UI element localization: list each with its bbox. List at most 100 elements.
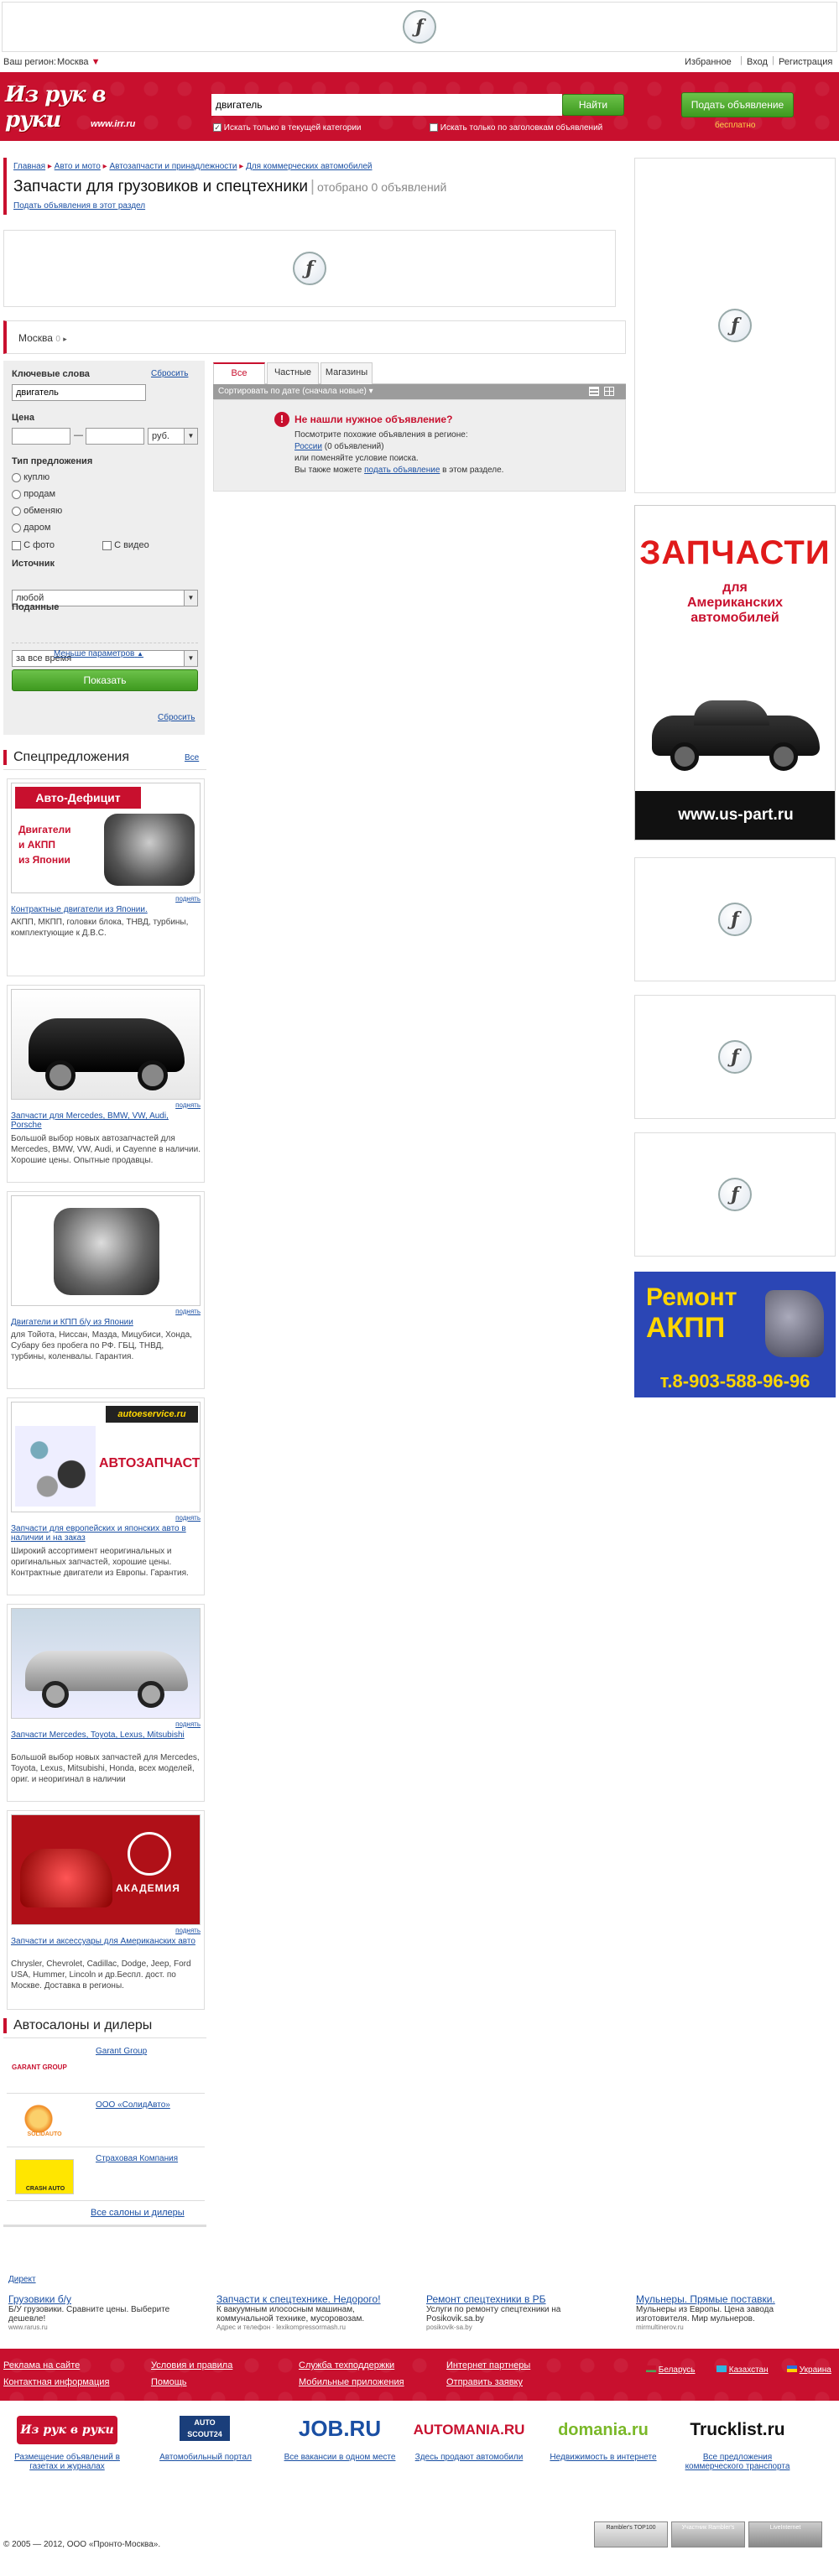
partner-caption[interactable]: Размещение объявлений в газетах и журнал… <box>8 2453 126 2471</box>
offer-link[interactable]: Запчасти для Mercedes, BMW, VW, Audi, Po… <box>11 1111 201 1130</box>
reset-top-link[interactable]: Сбросить <box>151 369 188 378</box>
price-from-input[interactable] <box>12 428 70 445</box>
currency-select[interactable]: руб. ▼ <box>148 428 198 445</box>
post-in-section-link[interactable]: Подать объявления в этот раздел <box>13 201 145 211</box>
dealer-logo[interactable]: SOLIDAUTO <box>15 2104 74 2137</box>
chevron-right-icon: ▸ <box>63 335 67 343</box>
raise-link[interactable]: поднять <box>159 1101 201 1109</box>
direct-ad-title[interactable]: Грузовики б/у <box>8 2293 201 2305</box>
raise-link[interactable]: поднять <box>159 1514 201 1522</box>
show-button[interactable]: Показать <box>12 669 198 691</box>
offer-link[interactable]: Двигатели и КПП б/у из Японии <box>11 1318 201 1327</box>
offer-image[interactable]: autoeservice.ru АВТОЗАПЧАСТИ <box>11 1402 201 1512</box>
search-button[interactable]: Найти <box>562 94 624 116</box>
breadcrumb-item[interactable]: Для коммерческих автомобилей <box>246 162 372 171</box>
tab-all[interactable]: Все объявления <box>213 362 265 397</box>
partner-logo[interactable]: Trucklist.ru <box>675 2416 800 2444</box>
footer-link[interactable]: Интернет партнеры <box>446 2360 530 2370</box>
footer-link[interactable]: Условия и правила <box>151 2360 232 2370</box>
direct-label[interactable]: Директ <box>8 2275 36 2284</box>
fewer-params-link[interactable]: Меньше параметров ▲ <box>54 649 143 658</box>
offer-type-exchange[interactable]: обменяю <box>12 506 62 516</box>
offer-type-buy[interactable]: куплю <box>12 472 50 482</box>
offer-type-sell[interactable]: продам <box>12 489 55 499</box>
with-photo-check[interactable]: С фото <box>12 540 55 550</box>
search-input[interactable] <box>211 94 562 116</box>
with-video-check[interactable]: С видео <box>102 540 149 550</box>
counter-badge[interactable]: Участник Rambler's <box>671 2521 745 2547</box>
offer-image[interactable]: Авто-Дефицит Двигатели и АКПП из Японии <box>11 783 201 893</box>
tab-shops[interactable]: Магазины <box>320 362 373 384</box>
partner-logo[interactable]: JOB.RU <box>277 2416 403 2444</box>
offer-image[interactable] <box>11 989 201 1100</box>
offer-image[interactable] <box>11 1195 201 1306</box>
partner-logo[interactable]: Из рук в руки <box>17 2416 117 2444</box>
region-ukraine[interactable]: Украина <box>787 2365 831 2375</box>
offer-link[interactable]: Запчасти для европейских и японских авто… <box>11 1524 201 1543</box>
keywords-input[interactable] <box>12 384 146 401</box>
post-ad-link[interactable]: подать объявление <box>364 466 440 475</box>
us-part-ad[interactable]: ЗАПЧАСТИ для Американских автомобилей ww… <box>634 505 836 840</box>
partner-logo[interactable]: domania.ru <box>540 2416 666 2444</box>
partner-caption[interactable]: Недвижимость в интернете <box>540 2453 666 2462</box>
counter-badge[interactable]: Rambler's TOP100 <box>594 2521 668 2547</box>
partner-caption[interactable]: Автомобильный портал <box>143 2453 268 2462</box>
offer-link[interactable]: Запчасти и аксессуары для Американских а… <box>11 1937 201 1946</box>
partner-logo[interactable]: AUTOMANIA.RU <box>406 2416 532 2444</box>
dealer-link[interactable]: Страховая Компания <box>96 2154 178 2163</box>
region-belarus[interactable]: Беларусь <box>646 2365 696 2375</box>
raise-link[interactable]: поднять <box>159 1720 201 1728</box>
region-russia-link[interactable]: России <box>294 442 322 451</box>
raise-link[interactable]: поднять <box>159 1927 201 1934</box>
special-all-link[interactable]: Все <box>185 753 199 762</box>
footer-link[interactable]: Отправить заявку <box>446 2377 523 2387</box>
sort-select[interactable]: Сортировать по дате (сначала новые) ▾ <box>218 387 373 396</box>
footer-link[interactable]: Контактная информация <box>3 2377 109 2387</box>
dealer-link[interactable]: Garant Group <box>96 2047 147 2056</box>
partner-caption[interactable]: Все предложения коммерческого транспорта <box>675 2453 800 2471</box>
reset-bottom-link[interactable]: Сбросить <box>158 713 195 722</box>
login-link[interactable]: Вход <box>747 57 768 67</box>
partner-caption[interactable]: Здесь продают автомобили <box>406 2453 532 2462</box>
post-ad-button[interactable]: Подать объявление <box>681 92 794 117</box>
footer-link[interactable]: Реклама на сайте <box>3 2360 80 2370</box>
offer-type-free[interactable]: даром <box>12 523 50 533</box>
logo[interactable]: Из рук в руки <box>5 82 148 133</box>
price-to-input[interactable] <box>86 428 144 445</box>
check-titles[interactable]: Искать только по заголовкам объявлений <box>430 123 602 133</box>
direct-ad-title[interactable]: Мульнеры. Прямые поставки. <box>636 2293 829 2305</box>
raise-link[interactable]: поднять <box>159 895 201 903</box>
dealer-logo[interactable]: CRASH AUTO <box>15 2159 74 2194</box>
raise-link[interactable]: поднять <box>159 1308 201 1315</box>
region-select[interactable]: Москва ▼ <box>57 57 101 67</box>
favorites-link[interactable]: Избранное <box>685 57 732 67</box>
direct-ad-title[interactable]: Запчасти к спецтехнике. Недорого! <box>216 2293 409 2305</box>
offer-image[interactable]: АКАДЕМИЯ <box>11 1814 201 1925</box>
location-city[interactable]: Москва 0 ▸ <box>18 332 67 344</box>
counter-badge[interactable]: LiveInternet <box>748 2521 822 2547</box>
list-view-icon[interactable] <box>589 387 599 396</box>
grid-view-icon[interactable] <box>604 387 614 396</box>
dealer-logo[interactable]: GARANT GROUP <box>12 2058 76 2077</box>
direct-ad-title[interactable]: Ремонт спецтехники в РБ <box>426 2293 619 2305</box>
gearbox-image <box>765 1290 824 1357</box>
breadcrumb-item[interactable]: Главная <box>13 162 45 171</box>
footer-link[interactable]: Помощь <box>151 2377 187 2387</box>
offer-card: autoeservice.ru АВТОЗАПЧАСТИ поднять Зап… <box>7 1397 205 1595</box>
partner-caption[interactable]: Все вакансии в одном месте <box>277 2453 403 2462</box>
dealer-link[interactable]: ООО «СолидАвто» <box>96 2100 170 2110</box>
akpp-ad[interactable]: Ремонт АКПП т.8-903-588-96-96 <box>634 1272 836 1397</box>
footer-link[interactable]: Служба техподдержки <box>299 2360 394 2370</box>
breadcrumb-item[interactable]: Авто и мото <box>55 162 101 171</box>
tab-private[interactable]: Частные <box>267 362 319 384</box>
footer-link[interactable]: Мобильные приложения <box>299 2377 404 2387</box>
region-kazakhstan[interactable]: Казахстан <box>717 2365 769 2375</box>
offer-link[interactable]: Контрактные двигатели из Японии. <box>11 905 201 914</box>
partner-logo[interactable]: AUTO SCOUT24 <box>180 2416 230 2441</box>
check-category[interactable]: ✓ Искать только в текущей категории <box>213 123 362 133</box>
register-link[interactable]: Регистрация <box>779 57 832 67</box>
offer-image[interactable] <box>11 1608 201 1719</box>
all-dealers-link[interactable]: Все салоны и дилеры <box>91 2208 185 2218</box>
breadcrumb-item[interactable]: Автозапчасти и принадлежности <box>109 162 237 171</box>
offer-link[interactable]: Запчасти Mercedes, Toyota, Lexus, Mitsub… <box>11 1730 201 1740</box>
